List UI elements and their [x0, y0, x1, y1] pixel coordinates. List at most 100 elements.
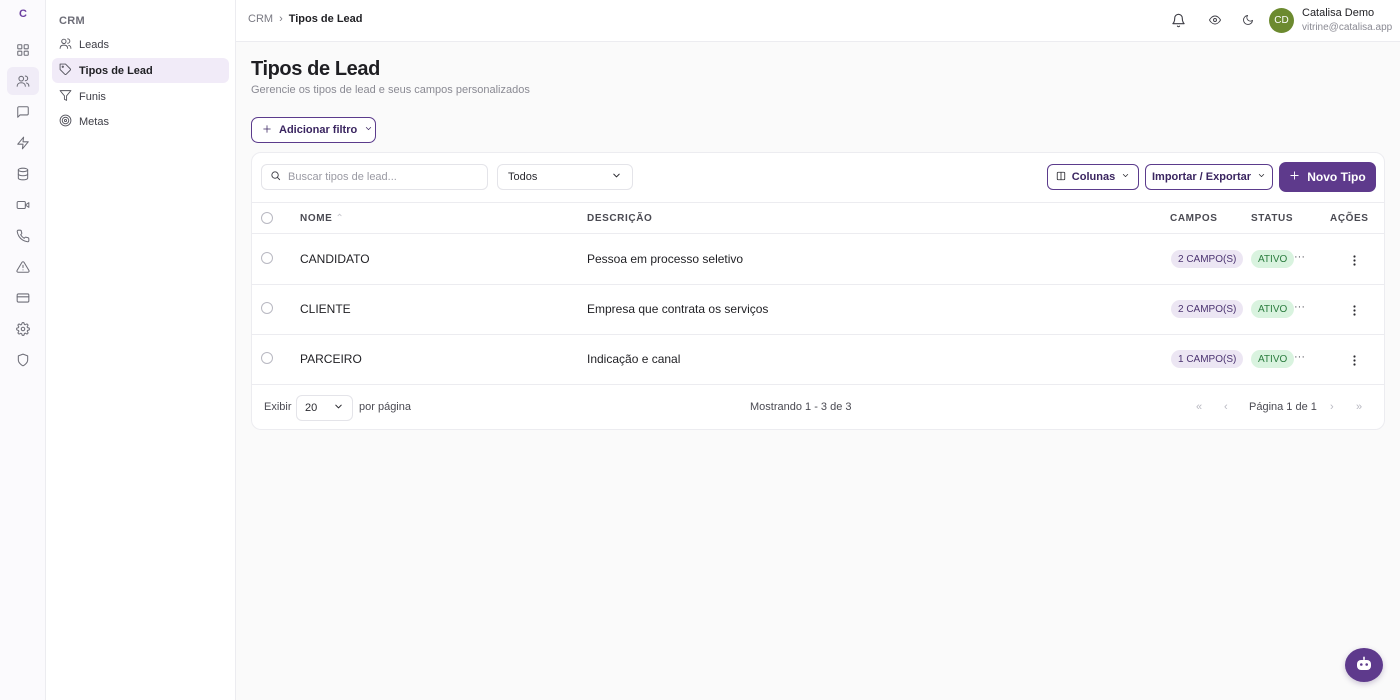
breadcrumb-current: Tipos de Lead — [288, 13, 363, 25]
dashboard-icon[interactable] — [7, 36, 39, 64]
chat-icon[interactable] — [7, 98, 39, 126]
row-checkbox[interactable] — [261, 302, 273, 314]
first-page-button[interactable]: « — [1196, 401, 1202, 413]
top-header: CRM › Tipos de Lead CD Catalisa Demo vit… — [236, 0, 1400, 42]
page-size-value: 20 — [305, 402, 318, 414]
new-type-label: Novo Tipo — [1307, 170, 1366, 184]
tag-icon — [59, 63, 72, 79]
sidebar-section-title: CRM — [59, 15, 85, 27]
import-export-label: Importar / Exportar — [1151, 171, 1252, 183]
table-header: NOME ⌃ DESCRIÇÃO CAMPOS STATUS AÇÕES — [252, 202, 1384, 234]
video-icon[interactable] — [7, 191, 39, 219]
table-row[interactable]: CLIENTE Empresa que contrata os serviços… — [252, 284, 1384, 335]
row-description: Pessoa em processo seletivo — [587, 252, 744, 266]
last-page-button[interactable]: » — [1356, 401, 1362, 413]
search-icon — [270, 170, 281, 184]
select-all-checkbox[interactable] — [261, 212, 273, 224]
alert-icon[interactable] — [7, 253, 39, 281]
bell-icon[interactable] — [1169, 11, 1187, 29]
sidebar-item-metas[interactable]: Metas — [52, 109, 229, 134]
database-icon[interactable] — [7, 160, 39, 188]
avatar[interactable]: CD — [1269, 8, 1294, 33]
status-badge: ATIVO — [1251, 350, 1295, 368]
status-more[interactable]: ··· — [1294, 351, 1305, 363]
page-info: Página 1 de 1 — [1249, 401, 1317, 413]
icon-rail: C — [0, 0, 46, 700]
table-row[interactable]: CANDIDATO Pessoa em processo seletivo 2 … — [252, 234, 1384, 285]
user-name: Catalisa Demo — [1302, 7, 1375, 19]
row-checkbox[interactable] — [261, 352, 273, 364]
status-badge: ATIVO — [1251, 250, 1295, 268]
status-badge: ATIVO — [1251, 300, 1295, 318]
row-name: PARCEIRO — [300, 352, 362, 366]
fields-count-badge: 1 CAMPO(S) — [1171, 350, 1244, 368]
fields-count-badge: 2 CAMPO(S) — [1171, 250, 1244, 268]
crm-sidebar: CRM Leads Tipos de Lead Funis Metas — [46, 0, 236, 700]
page-size-select[interactable]: 20 — [296, 395, 353, 421]
next-page-button[interactable]: › — [1330, 401, 1334, 413]
table-footer: Exibir 20 por página Mostrando 1 - 3 de … — [252, 386, 1384, 430]
add-filter-button[interactable]: Adicionar filtro — [251, 117, 376, 143]
breadcrumb-separator: › — [279, 13, 283, 25]
status-more[interactable]: ··· — [1294, 251, 1305, 263]
columns-button[interactable]: Colunas — [1047, 164, 1139, 190]
sidebar-item-tipos-de-lead[interactable]: Tipos de Lead — [52, 58, 229, 83]
chevron-down-icon — [364, 124, 373, 136]
row-name: CLIENTE — [300, 302, 351, 316]
filter-icon — [59, 89, 72, 105]
users-icon[interactable] — [7, 67, 39, 95]
row-description: Indicação e canal — [587, 352, 681, 366]
prev-page-button[interactable]: ‹ — [1224, 401, 1228, 413]
zap-icon[interactable] — [7, 129, 39, 157]
row-name: CANDIDATO — [300, 252, 370, 266]
bot-icon — [1356, 656, 1372, 675]
status-select[interactable]: Todos — [497, 164, 633, 190]
sidebar-item-label: Leads — [79, 38, 109, 51]
sidebar-item-funis[interactable]: Funis — [52, 84, 229, 109]
table-row[interactable]: PARCEIRO Indicação e canal 1 CAMPO(S) AT… — [252, 334, 1384, 385]
status-more[interactable]: ··· — [1294, 301, 1305, 313]
columns-label: Colunas — [1071, 171, 1116, 183]
sidebar-item-label: Tipos de Lead — [79, 64, 153, 77]
row-actions-menu-icon[interactable] — [1349, 253, 1359, 267]
column-header-actions: AÇÕES — [1330, 213, 1369, 224]
phone-icon[interactable] — [7, 222, 39, 250]
row-description: Empresa que contrata os serviços — [587, 302, 769, 316]
chevron-down-icon — [611, 170, 622, 184]
moon-icon[interactable] — [1239, 11, 1257, 29]
eye-icon[interactable] — [1206, 11, 1224, 29]
settings-icon[interactable] — [7, 315, 39, 343]
status-select-value: Todos — [508, 171, 538, 183]
per-page-label: por página — [359, 401, 411, 413]
users-icon — [59, 37, 72, 53]
breadcrumb-root[interactable]: CRM — [248, 13, 273, 25]
new-type-button[interactable]: Novo Tipo — [1279, 162, 1376, 192]
search-input[interactable]: Buscar tipos de lead... — [261, 164, 488, 190]
search-placeholder: Buscar tipos de lead... — [288, 171, 397, 183]
sidebar-item-leads[interactable]: Leads — [52, 32, 229, 57]
app-logo[interactable]: C — [0, 8, 46, 24]
pagination-summary: Mostrando 1 - 3 de 3 — [750, 401, 852, 413]
sidebar-item-label: Metas — [79, 115, 109, 128]
row-checkbox[interactable] — [261, 252, 273, 264]
column-header-fields: CAMPOS — [1170, 213, 1218, 224]
target-icon — [59, 114, 72, 130]
column-header-status: STATUS — [1251, 213, 1294, 224]
user-email: vitrine@catalisa.app — [1302, 22, 1393, 33]
assistant-bot-button[interactable] — [1345, 648, 1383, 682]
sort-indicator: ⌃ — [335, 213, 345, 224]
breadcrumb: CRM › Tipos de Lead — [248, 13, 363, 25]
card-icon[interactable] — [7, 284, 39, 312]
plus-icon — [262, 124, 272, 137]
row-actions-menu-icon[interactable] — [1349, 353, 1359, 367]
column-header-name[interactable]: NOME ⌃ — [300, 213, 344, 224]
page-subtitle: Gerencie os tipos de lead e seus campos … — [251, 84, 530, 96]
chevron-down-icon — [1121, 171, 1130, 183]
row-actions-menu-icon[interactable] — [1349, 303, 1359, 317]
show-label: Exibir — [264, 401, 292, 413]
import-export-button[interactable]: Importar / Exportar — [1145, 164, 1273, 190]
chevron-down-icon — [1257, 171, 1266, 183]
sidebar-item-label: Funis — [79, 90, 106, 103]
shield-icon[interactable] — [7, 346, 39, 374]
plus-icon — [1289, 170, 1300, 184]
